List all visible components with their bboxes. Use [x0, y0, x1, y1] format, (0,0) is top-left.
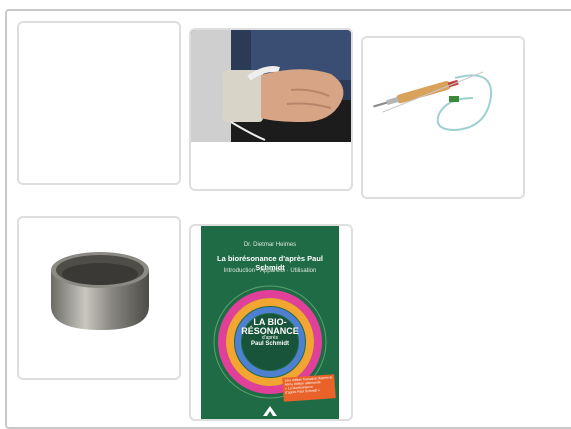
product-card-metal-cup[interactable]: [17, 216, 181, 380]
product-card-empty[interactable]: [17, 21, 181, 185]
metal-cup-image: [51, 252, 149, 330]
product-card-pen-probe[interactable]: [361, 36, 525, 199]
book-center-line4: Paul Schmidt: [250, 341, 289, 347]
product-card-book[interactable]: Dr. Dietmar Heimes La biorésonance d'apr…: [189, 224, 353, 421]
book-sticker: 1ère édition française d'après la 4ème é…: [282, 374, 336, 402]
product-gallery-panel: Dr. Dietmar Heimes La biorésonance d'apr…: [5, 9, 571, 429]
pen-probe-image: [363, 38, 523, 197]
book-center-text: LA BIO- RÉSONANCE d'après Paul Schmidt: [201, 318, 339, 348]
product-card-wrist-electrode[interactable]: [189, 28, 353, 191]
publisher-logo-icon: [263, 406, 277, 416]
book-author: Dr. Dietmar Heimes: [243, 242, 297, 248]
wrist-electrode-image: [191, 30, 351, 142]
book-sticker-line4: d'après Paul Schmidt »: [285, 387, 321, 395]
book-cover: Dr. Dietmar Heimes La biorésonance d'apr…: [201, 226, 339, 419]
book-subtitle: Introduction · Appareils · Utilisation: [223, 268, 317, 274]
